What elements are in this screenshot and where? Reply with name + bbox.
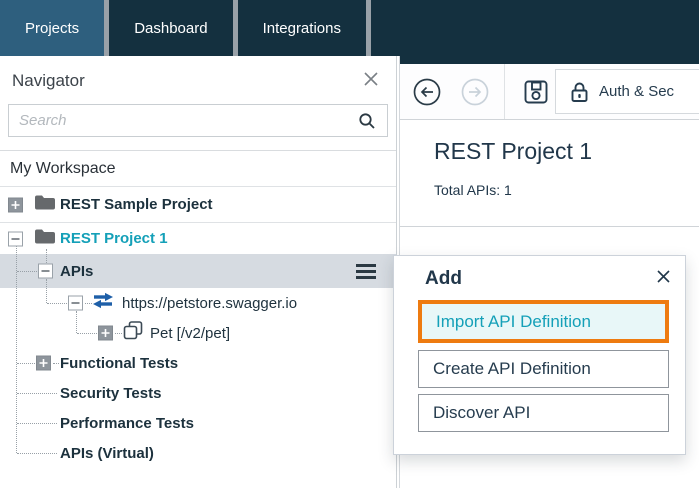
tree-connector: [46, 249, 47, 263]
content-divider: [400, 226, 699, 227]
tree-item-label: APIs (Virtual): [60, 444, 154, 462]
collapse-minus-icon[interactable]: [8, 231, 23, 246]
tree-connector: [16, 246, 17, 453]
tree-item-label: APIs: [60, 262, 94, 280]
api-swap-arrows-icon: [92, 292, 114, 314]
import-api-definition-button[interactable]: Import API Definition: [418, 300, 669, 343]
create-api-definition-button[interactable]: Create API Definition: [418, 350, 669, 388]
tab-dashboard[interactable]: Dashboard: [109, 0, 238, 56]
save-button[interactable]: [522, 78, 550, 111]
tree-connector: [76, 311, 77, 333]
discover-api-button[interactable]: Discover API: [418, 394, 669, 432]
tab-integrations[interactable]: Integrations: [238, 0, 371, 56]
tree-item-security-tests[interactable]: Security Tests: [0, 378, 396, 408]
search-box: [8, 104, 388, 137]
expand-plus-icon[interactable]: [8, 197, 23, 212]
search-icon: [357, 111, 377, 136]
auth-security-button[interactable]: Auth & Sec: [555, 69, 699, 114]
tree-item-label: Pet [/v2/pet]: [150, 324, 231, 342]
tree-connector: [47, 303, 67, 304]
resource-stacked-squares-icon: [123, 321, 143, 345]
toolbar-divider: [504, 64, 505, 119]
navigator-panel: Navigator My Workspace: [0, 56, 397, 488]
collapse-minus-icon[interactable]: [38, 263, 53, 279]
add-popup-title: Add: [425, 268, 462, 289]
tree-connector: [17, 423, 57, 424]
tree-connector: [17, 393, 57, 394]
tree-item-rest-project-1[interactable]: REST Project 1: [0, 223, 396, 254]
navigator-tree: My Workspace REST Sample Project REST Pr…: [0, 150, 396, 468]
add-popup: Add Import API Definition Create API Def…: [393, 255, 686, 455]
tree-connector: [53, 363, 59, 364]
folder-icon: [34, 228, 56, 250]
tree-item-functional-tests[interactable]: Functional Tests: [0, 348, 396, 378]
tree-connector: [115, 333, 122, 334]
navigator-header: Navigator: [0, 56, 396, 102]
tree-connector: [46, 279, 47, 303]
tree-item-label: Security Tests: [60, 384, 162, 402]
tree-item-pet-resource[interactable]: Pet [/v2/pet]: [0, 318, 396, 348]
tree-item-label: REST Sample Project: [60, 196, 213, 213]
collapse-minus-icon[interactable]: [68, 295, 83, 311]
tree-connector: [85, 303, 92, 304]
expand-plus-icon[interactable]: [98, 325, 113, 341]
top-navigation: Projects Dashboard Integrations: [0, 0, 699, 56]
back-button[interactable]: [412, 77, 442, 112]
navigator-title: Navigator: [12, 71, 85, 90]
total-apis-label: Total APIs: 1: [434, 182, 512, 198]
search-input[interactable]: [19, 105, 349, 136]
app-window: Projects Dashboard Integrations Navigato…: [0, 0, 699, 488]
expand-plus-icon[interactable]: [36, 355, 51, 371]
toolbar: Auth & Sec: [400, 64, 699, 120]
tree-connector: [17, 453, 57, 454]
tree-connector: [17, 271, 37, 272]
forward-button[interactable]: [460, 77, 490, 112]
popup-close-icon[interactable]: [656, 269, 671, 284]
hamburger-menu-icon[interactable]: [356, 263, 376, 279]
top-dark-strip: [400, 56, 699, 64]
tree-item-label: Functional Tests: [60, 354, 179, 372]
page-title: REST Project 1: [434, 138, 593, 164]
tree-connector: [17, 363, 35, 364]
tree-item-apis[interactable]: APIs: [0, 254, 396, 288]
tab-projects[interactable]: Projects: [0, 0, 110, 56]
tree-item-apis-virtual[interactable]: APIs (Virtual): [0, 438, 396, 468]
workspace-header[interactable]: My Workspace: [0, 151, 396, 187]
folder-icon: [34, 194, 56, 216]
navigator-close-icon[interactable]: [362, 70, 380, 88]
tree-item-performance-tests[interactable]: Performance Tests: [0, 408, 396, 438]
lock-icon: [571, 82, 588, 102]
tree-item-label: Performance Tests: [60, 414, 194, 432]
tree-item-rest-sample-project[interactable]: REST Sample Project: [0, 187, 396, 223]
tree-item-label: REST Project 1: [60, 230, 168, 247]
tree-connector: [77, 333, 97, 334]
auth-security-label: Auth & Sec: [599, 83, 675, 100]
tree-item-label: https://petstore.swagger.io: [122, 294, 298, 312]
workspace-label: My Workspace: [10, 159, 116, 177]
